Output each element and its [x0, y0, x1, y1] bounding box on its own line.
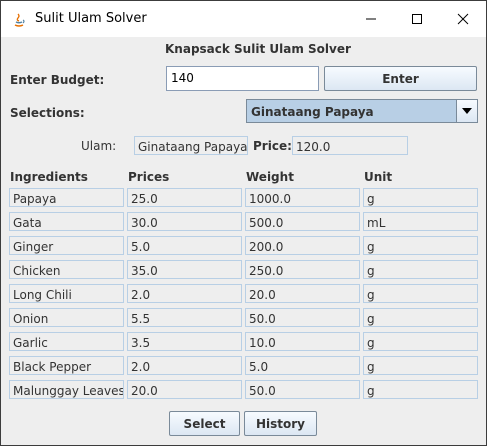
unit-cell: g: [363, 284, 478, 303]
java-app-icon: [14, 13, 25, 27]
close-icon: [457, 13, 469, 25]
ulam-name-field: Ginataang Papaya: [134, 136, 248, 155]
selections-label: Selections:: [10, 106, 85, 120]
ingredient-cell: Papaya: [9, 188, 124, 207]
ingredient-cell: Black Pepper: [9, 356, 124, 375]
price-cell: 5.5: [127, 308, 242, 327]
selections-dropdown[interactable]: Ginataang Papaya: [246, 99, 478, 123]
selections-selected: Ginataang Papaya: [251, 105, 374, 119]
header-ingredients: Ingredients: [10, 170, 88, 184]
price-label: Price:: [253, 139, 292, 153]
select-button[interactable]: Select: [169, 411, 240, 436]
weight-cell: 1000.0: [245, 188, 360, 207]
price-cell: 2.0: [127, 356, 242, 375]
price-cell: 25.0: [127, 188, 242, 207]
price-field: 120.0: [292, 136, 408, 155]
unit-cell: g: [363, 332, 478, 351]
header-weight: Weight: [246, 170, 294, 184]
chevron-down-icon: [462, 108, 472, 114]
price-cell: 30.0: [127, 212, 242, 231]
maximize-button[interactable]: [394, 1, 440, 37]
price-cell: 3.5: [127, 332, 242, 351]
ingredient-cell: Long Chili: [9, 284, 124, 303]
unit-cell: g: [363, 260, 478, 279]
ingredient-cell: Ginger: [9, 236, 124, 255]
ingredient-cell: Garlic: [9, 332, 124, 351]
dropdown-arrow[interactable]: [456, 100, 477, 122]
unit-cell: g: [363, 188, 478, 207]
budget-label: Enter Budget:: [10, 73, 105, 87]
price-cell: 20.0: [127, 380, 242, 399]
header-prices: Prices: [128, 170, 170, 184]
unit-cell: g: [363, 380, 478, 399]
minimize-button[interactable]: [348, 1, 394, 37]
price-cell: 35.0: [127, 260, 242, 279]
enter-button[interactable]: Enter: [324, 66, 477, 91]
weight-cell: 5.0: [245, 356, 360, 375]
ingredient-cell: Malunggay Leaves: [9, 380, 124, 399]
title-bar: Sulit Ulam Solver: [1, 1, 486, 37]
price-cell: 2.0: [127, 284, 242, 303]
price-cell: 5.0: [127, 236, 242, 255]
maximize-icon: [412, 14, 422, 24]
budget-input[interactable]: 140: [166, 66, 319, 91]
app-window: Sulit Ulam Solver Knapsack Sulit Ulam So…: [0, 0, 487, 446]
unit-cell: g: [363, 308, 478, 327]
main-panel: Knapsack Sulit Ulam Solver Enter Budget:…: [1, 37, 486, 445]
ingredient-cell: Chicken: [9, 260, 124, 279]
window-title: Sulit Ulam Solver: [35, 11, 147, 26]
unit-cell: mL: [363, 212, 478, 231]
weight-cell: 250.0: [245, 260, 360, 279]
unit-cell: g: [363, 236, 478, 255]
page-heading: Knapsack Sulit Ulam Solver: [165, 42, 351, 56]
ulam-label: Ulam:: [81, 139, 117, 153]
close-button[interactable]: [440, 1, 486, 37]
ingredient-cell: Onion: [9, 308, 124, 327]
header-unit: Unit: [364, 170, 393, 184]
history-button[interactable]: History: [244, 411, 317, 436]
weight-cell: 500.0: [245, 212, 360, 231]
unit-cell: g: [363, 356, 478, 375]
ingredient-cell: Gata: [9, 212, 124, 231]
weight-cell: 200.0: [245, 236, 360, 255]
minimize-icon: [366, 18, 376, 20]
weight-cell: 50.0: [245, 308, 360, 327]
weight-cell: 50.0: [245, 380, 360, 399]
weight-cell: 20.0: [245, 284, 360, 303]
weight-cell: 10.0: [245, 332, 360, 351]
